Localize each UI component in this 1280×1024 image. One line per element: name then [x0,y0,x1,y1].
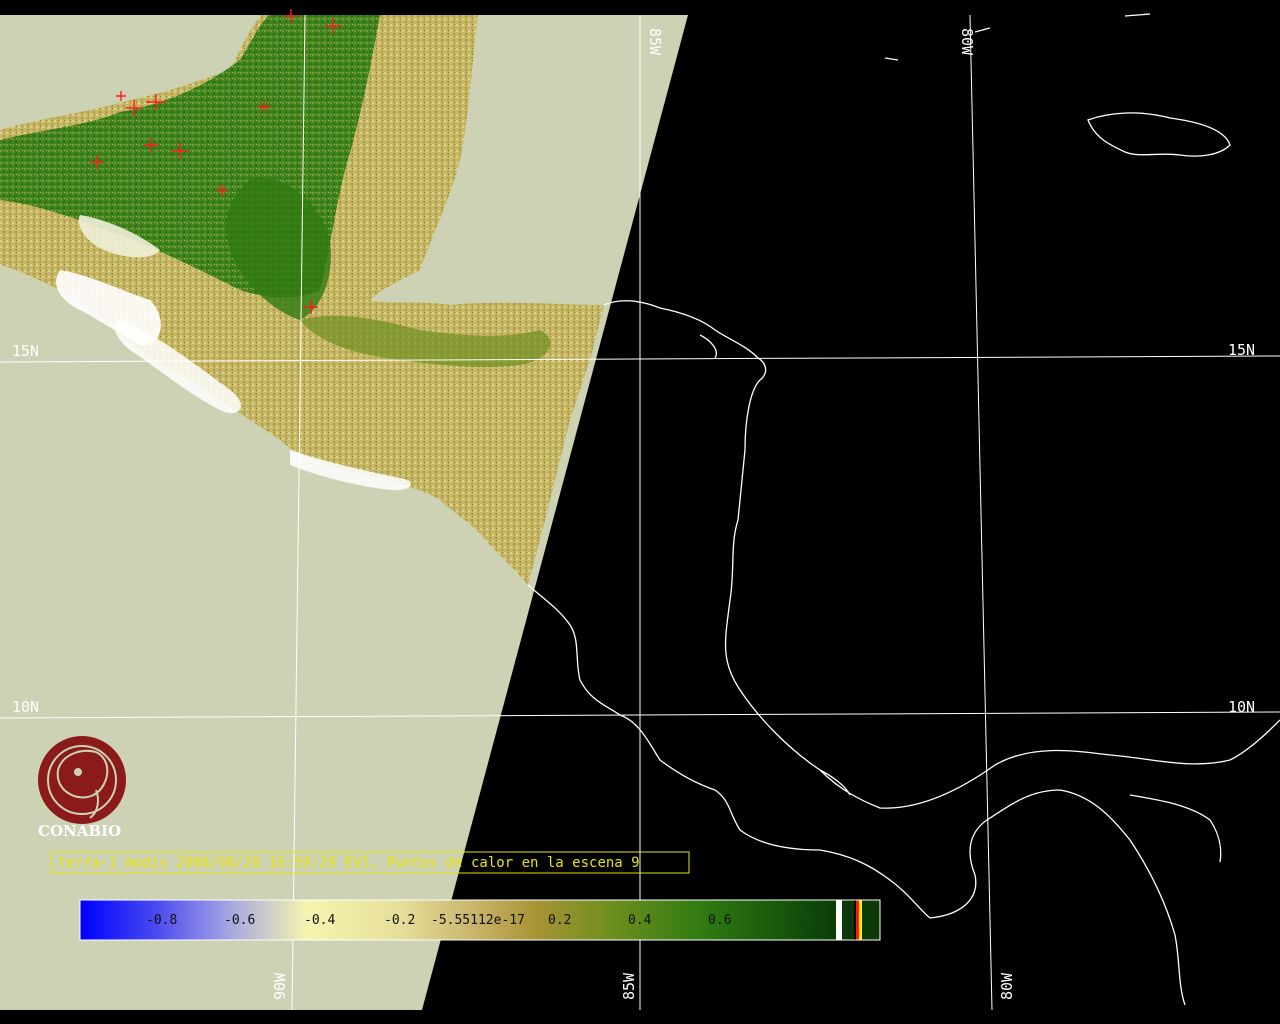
colorbar-end-red [856,900,859,940]
logo-emblem [38,736,126,824]
colorbar-tick-label: -0.4 [304,913,335,928]
satellite-map: 15N 15N 10N 10N 85W 80W 90W 85W 80W CONA… [0,0,1280,1024]
colorbar-tick-label: -0.8 [146,913,177,928]
lon-label-85w-bottom: 85W [620,972,638,1000]
caption-text: terra-1 modis 2008/08/20 16:59:29 EVI, P… [58,855,640,871]
colorbar-end-dark [842,900,854,940]
colorbar-tick-label: 0.8 [788,913,811,928]
lon-label-85w-top: 85W [646,28,664,56]
lat-label-15n-left: 15N [12,342,39,360]
lat-label-15n-right: 15N [1228,341,1255,359]
lon-label-80w-bottom: 80W [998,972,1016,1000]
logo-org-name: CONABIO [38,822,121,840]
colorbar-end-yellow [859,900,862,940]
lon-label-80w-top: 80W [958,28,976,56]
colorbar-tick-label: -5.55112e-17 [431,913,525,928]
colorbar-tick-label: 0.2 [548,913,571,928]
lat-label-10n-right: 10N [1228,698,1255,716]
colorbar-tick-label: 0.6 [708,913,731,928]
conabio-logo: CONABIO [38,736,126,840]
lat-label-10n-left: 10N [12,698,39,716]
colorbar-end-green [862,900,880,940]
colorbar: -0.8 -0.6 -0.4 -0.2 -5.55112e-17 0.2 0.4… [79,899,881,941]
colorbar-tick-label: -0.6 [224,913,255,928]
colorbar-end-white [836,900,842,940]
colorbar-tick-label: 0.4 [628,913,652,928]
lon-label-90w-bottom: 90W [271,972,289,1000]
colorbar-tick-label: -0.2 [384,913,415,928]
